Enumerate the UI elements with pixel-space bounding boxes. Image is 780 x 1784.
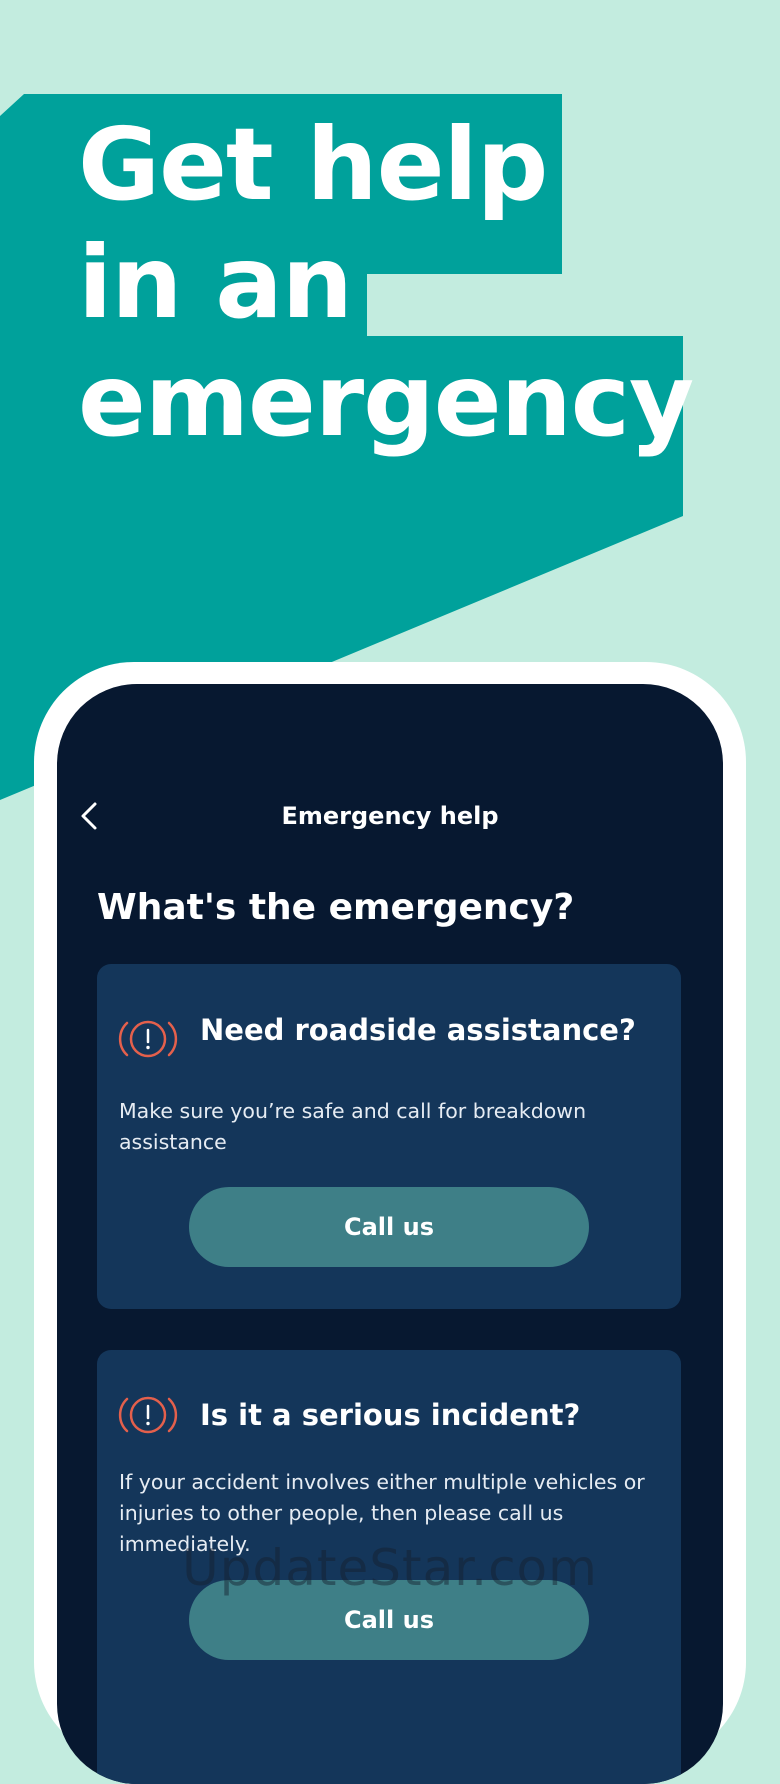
call-us-button[interactable]: Call us — [189, 1187, 589, 1267]
roadside-assistance-card: Need roadside assistance? Make sure you’… — [97, 964, 681, 1309]
card-description: Make sure you’re safe and call for break… — [119, 1099, 587, 1154]
alert-circle-icon — [118, 1396, 178, 1434]
phone-screen: Emergency help What's the emergency? Nee… — [57, 684, 723, 1784]
alert-circle-icon — [118, 1020, 178, 1058]
card-title: Need roadside assistance? — [200, 1013, 636, 1047]
call-us-button[interactable]: Call us — [189, 1580, 589, 1660]
headline: Get help in an emergency — [78, 106, 694, 460]
nav-title: Emergency help — [281, 802, 499, 830]
question-heading: What's the emergency? — [97, 887, 575, 928]
headline-line-3: emergency — [78, 342, 694, 459]
headline-line-2: in an — [78, 224, 353, 341]
serious-incident-card: Is it a serious incident? If your accide… — [97, 1350, 681, 1784]
headline-line-1: Get help — [78, 106, 548, 223]
card-description: If your accident involves either multipl… — [119, 1470, 645, 1556]
card-title: Is it a serious incident? — [200, 1398, 581, 1432]
